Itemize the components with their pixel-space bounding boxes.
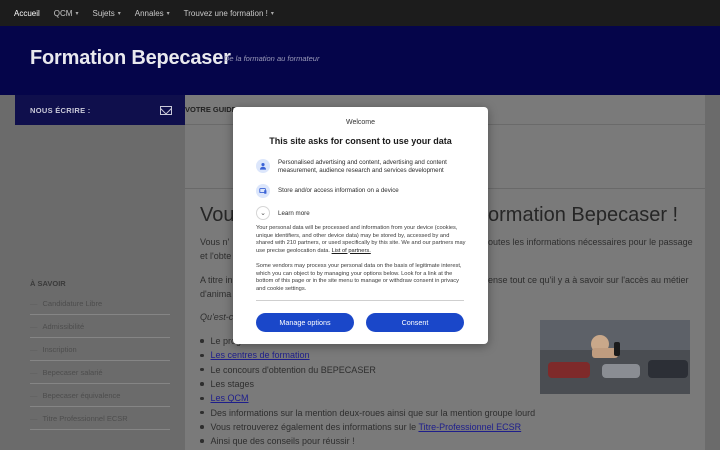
list-item: Les QCM xyxy=(200,391,560,405)
question-text: Qu'est-c xyxy=(200,312,234,322)
sidebar-item-bepecaser-salarie[interactable]: — Bepecaser salarié xyxy=(30,361,170,384)
list-item-text: Des informations sur la mention deux-rou… xyxy=(210,407,536,418)
learn-more-toggle[interactable]: ⌄ Learn more xyxy=(256,206,310,220)
link-titre-professionnel[interactable]: Titre-Professionnel ECSR xyxy=(418,422,521,432)
nav-label: Trouvez une formation ! xyxy=(183,8,268,18)
nav-label: QCM xyxy=(53,8,73,18)
divider xyxy=(256,300,464,301)
chevron-down-icon: ▾ xyxy=(166,10,170,17)
consent-button[interactable]: Consent xyxy=(366,313,464,332)
purpose-personalised-ads: Personalised advertising and content, ad… xyxy=(256,159,473,175)
nav-item-annales[interactable]: Annales ▾ xyxy=(135,9,170,18)
purpose-device-storage: Store and/or access information on a dev… xyxy=(256,184,473,198)
sidebar-section-title: À SAVOIR xyxy=(30,279,66,288)
person-icon xyxy=(256,159,270,173)
consent-dialog: Welcome This site asks for consent to us… xyxy=(233,107,488,344)
dash-icon: — xyxy=(30,413,38,423)
car-keys-photo xyxy=(540,320,690,394)
nav-item-sujets[interactable]: Sujets ▾ xyxy=(92,9,120,18)
list-item: Des informations sur la mention deux-rou… xyxy=(200,405,560,419)
purpose-text: Personalised advertising and content, ad… xyxy=(278,159,447,174)
nav-item-trouvez-formation[interactable]: Trouvez une formation ! ▾ xyxy=(184,9,274,18)
chevron-down-icon: ▾ xyxy=(117,10,121,17)
nav-label: Annales xyxy=(134,8,164,18)
topic-list: Le programme Les centres de formation Le… xyxy=(200,334,560,448)
list-item-text: Vous retrouverez également des informati… xyxy=(210,421,419,432)
sidebar-item-label: Inscription xyxy=(42,344,77,354)
list-item: Vous retrouverez également des informati… xyxy=(200,420,560,434)
sidebar-item-label: Admissibilité xyxy=(42,321,85,331)
dash-icon: — xyxy=(30,367,38,377)
consent-title: This site asks for consent to use your d… xyxy=(269,136,452,146)
learn-more-label: Learn more xyxy=(278,209,310,217)
consent-welcome: Welcome xyxy=(345,119,376,126)
sidebar-item-titre-professionnel[interactable]: — Titre Professionnel ECSR xyxy=(30,407,170,430)
link-qcm[interactable]: Les QCM xyxy=(211,393,249,403)
sidebar-item-label: Titre Professionnel ECSR xyxy=(42,413,128,423)
list-of-partners-link[interactable]: List of partners. xyxy=(332,248,371,254)
list-item: Les stages xyxy=(200,377,560,391)
list-item-text: Ainsi que des conseils pour réussir ! xyxy=(210,436,355,447)
page-heading-right: ormation Bepecaser ! xyxy=(488,204,679,226)
sidebar-item-bepecaser-equivalence[interactable]: — Bepecaser équivalence xyxy=(30,384,170,407)
consent-paragraph-1: Your personal data will be processed and… xyxy=(256,225,468,255)
chevron-down-icon: ▾ xyxy=(75,10,79,17)
dash-icon: — xyxy=(30,390,38,400)
contact-label: NOUS ÉCRIRE : xyxy=(30,105,91,115)
intro-text: Vous n' xyxy=(200,237,230,247)
list-item-text: Les stages xyxy=(210,379,255,390)
top-navigation: Accueil QCM ▾ Sujets ▾ Annales ▾ Trouvez un… xyxy=(0,0,720,26)
sidebar-list: — Candidature Libre — Admissibilité — Inscr… xyxy=(30,292,170,430)
nav-label: Sujets xyxy=(92,8,115,18)
nav-item-accueil[interactable]: Accueil xyxy=(14,9,40,18)
photo-illustration xyxy=(540,320,690,394)
dash-icon: — xyxy=(30,321,38,331)
sidebar-item-admissibilite[interactable]: — Admissibilité xyxy=(30,315,170,338)
info-text-right: ense tout ce qu'il y a à savoir sur l'ac… xyxy=(488,275,689,285)
info-text-2: d'anima xyxy=(200,289,232,299)
mail-icon[interactable] xyxy=(160,105,172,115)
intro-text-2: et l'obte xyxy=(200,251,232,261)
list-item: Le concours d'obtention du BEPECASER xyxy=(200,363,560,377)
sidebar-item-inscription[interactable]: — Inscription xyxy=(30,338,170,361)
sidebar-item-label: Bepecaser salarié xyxy=(42,367,103,377)
guide-label: VOTRE GUIDE xyxy=(185,105,237,114)
dash-icon: — xyxy=(30,344,38,354)
consent-paragraph-2: Some vendors may process your personal d… xyxy=(256,263,462,292)
list-item: Ainsi que des conseils pour réussir ! xyxy=(200,434,560,448)
manage-options-button[interactable]: Manage options xyxy=(256,313,354,332)
chevron-down-icon: ▾ xyxy=(270,10,274,17)
sidebar-item-label: Candidature Libre xyxy=(42,298,103,308)
site-header: Formation Bepecaser De la formation au f… xyxy=(0,26,720,95)
list-item: Les centres de formation xyxy=(200,348,560,362)
info-text: A titre in xyxy=(200,275,233,285)
chevron-down-icon: ⌄ xyxy=(256,206,270,220)
sidebar-item-candidature-libre[interactable]: — Candidature Libre xyxy=(30,292,170,315)
contact-header[interactable]: NOUS ÉCRIRE : xyxy=(15,95,185,125)
intro-text-right: outes les informations nécessaires pour … xyxy=(488,237,693,247)
list-item-text: Le concours d'obtention du BEPECASER xyxy=(210,364,376,375)
dash-icon: — xyxy=(30,298,38,308)
purpose-text: Store and/or access information on a dev… xyxy=(278,187,399,194)
link-centres-formation[interactable]: Les centres de formation xyxy=(211,350,310,360)
nav-item-qcm[interactable]: QCM ▾ xyxy=(54,9,79,18)
nav-label: Accueil xyxy=(14,8,40,18)
sidebar-item-label: Bepecaser équivalence xyxy=(42,390,121,400)
device-icon xyxy=(256,184,270,198)
site-tagline: De la formation au formateur xyxy=(224,54,320,63)
site-title[interactable]: Formation Bepecaser xyxy=(30,47,231,70)
